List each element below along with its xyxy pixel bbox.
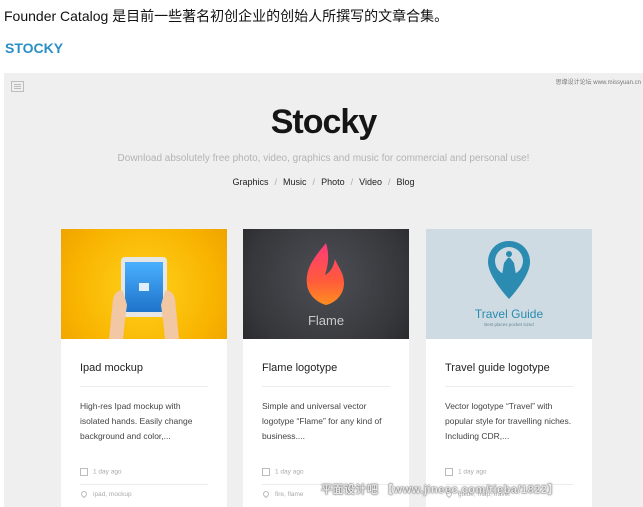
nav-separator: / [350, 177, 354, 187]
card-flame-logotype[interactable]: Flame Flame logotype Simple and universa… [243, 229, 409, 507]
card-image-flame[interactable]: Flame [243, 229, 409, 339]
divider [445, 386, 573, 387]
card-description: High-res Ipad mockup with isolated hands… [80, 401, 193, 441]
card-tags-text[interactable]: fire, flame [275, 491, 304, 498]
tag-icon [261, 490, 271, 499]
calendar-icon [80, 468, 88, 476]
card-date: 1 day ago [80, 468, 122, 476]
ipad-hands-illustration [109, 257, 179, 339]
card-tags-text[interactable]: ipad, mockup [93, 491, 132, 498]
card-date-text: 1 day ago [93, 468, 122, 476]
travel-logo-text: Travel Guide [474, 307, 544, 321]
card-date-text: 1 day ago [275, 468, 304, 476]
intro-text: Founder Catalog 是目前一些著名初创企业的创始人所撰写的文章合集。 [4, 8, 449, 24]
nav-item-music[interactable]: Music [283, 177, 307, 187]
nav-item-graphics[interactable]: Graphics [233, 177, 269, 187]
section-title: STOCKY [5, 40, 64, 56]
watermark-top: 思缘设计论坛 www.missyuan.cn [555, 80, 641, 86]
card-title[interactable]: Ipad mockup [80, 362, 143, 374]
card-date: 1 day ago [445, 468, 487, 476]
tag-icon [79, 490, 89, 499]
watermark-bottom: 平面设计吧 【www.jineec.com/tieba/1822】 [321, 484, 559, 496]
card-title[interactable]: Travel guide logotype [445, 362, 550, 374]
card-tags: fire, flame [261, 490, 304, 499]
tagline: Download absolutely free photo, video, g… [117, 153, 530, 164]
calendar-icon [262, 468, 270, 476]
menu-icon[interactable] [11, 81, 24, 92]
travel-logo-subtext: Best places pocket sized [484, 322, 534, 327]
card-title[interactable]: Flame logotype [262, 362, 337, 374]
card-description: Vector logotype “Travel” with popular st… [445, 401, 572, 441]
divider [262, 386, 390, 387]
nav-separator: / [312, 177, 316, 187]
flame-logo-text: Flame [307, 313, 345, 328]
nav-item-blog[interactable]: Blog [396, 177, 414, 187]
nav-item-photo[interactable]: Photo [321, 177, 345, 187]
card-travel-guide-logotype[interactable]: Travel Guide Best places pocket sized Tr… [426, 229, 592, 507]
calendar-icon [445, 468, 453, 476]
main-nav: Graphics / Music / Photo / Video / Blog [4, 177, 643, 187]
divider [80, 386, 208, 387]
website-screenshot: 思缘设计论坛 www.missyuan.cn Stocky Download a… [4, 73, 643, 507]
card-ipad-mockup[interactable]: Ipad mockup High-res Ipad mockup with is… [61, 229, 227, 507]
divider [80, 484, 208, 485]
card-description: Simple and universal vector logotype “Fl… [262, 401, 382, 441]
nav-separator: / [387, 177, 391, 187]
card-image-travel[interactable]: Travel Guide Best places pocket sized [426, 229, 592, 339]
nav-separator: / [274, 177, 278, 187]
nav-item-video[interactable]: Video [359, 177, 382, 187]
brand-title: Stocky [270, 103, 378, 141]
card-image-ipad[interactable] [61, 229, 227, 339]
card-date-text: 1 day ago [458, 468, 487, 476]
card-tags: ipad, mockup [79, 490, 132, 499]
card-date: 1 day ago [262, 468, 304, 476]
